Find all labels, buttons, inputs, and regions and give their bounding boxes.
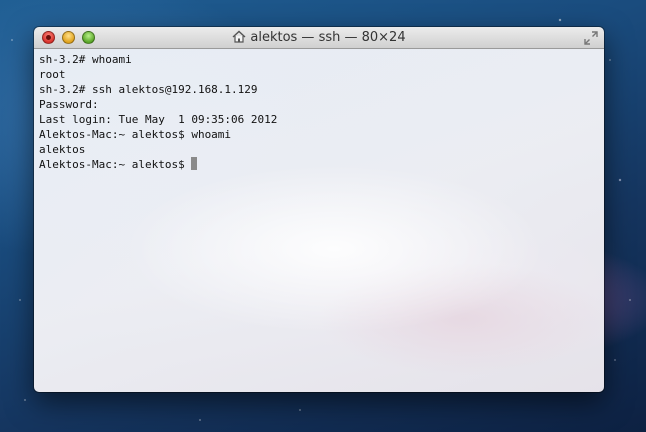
terminal-window[interactable]: alektos — ssh — 80×24 sh-3.2# whoami root…	[34, 27, 604, 392]
text-cursor	[191, 157, 198, 170]
terminal-line: sh-3.2# ssh alektos@192.168.1.129	[39, 83, 258, 96]
terminal-line: Last login: Tue May 1 09:35:06 2012	[39, 113, 278, 126]
terminal-line: sh-3.2# whoami	[39, 53, 132, 66]
terminal-prompt: Alektos-Mac:~ alektos$	[39, 158, 192, 171]
window-title-container: alektos — ssh — 80×24	[34, 27, 604, 49]
terminal-line: root	[39, 68, 66, 81]
terminal-line: Password:	[39, 98, 99, 111]
terminal-line: alektos	[39, 143, 86, 156]
terminal-output[interactable]: sh-3.2# whoami root sh-3.2# ssh alektos@19…	[39, 52, 277, 172]
fullscreen-icon[interactable]	[584, 31, 598, 45]
terminal-content[interactable]: sh-3.2# whoami root sh-3.2# ssh alektos@19…	[34, 49, 604, 392]
home-icon	[232, 30, 246, 43]
title-bar[interactable]: alektos — ssh — 80×24	[34, 27, 604, 49]
window-title: alektos — ssh — 80×24	[250, 30, 406, 45]
terminal-prompt-line[interactable]: Alektos-Mac:~ alektos$	[39, 157, 277, 172]
terminal-line: Alektos-Mac:~ alektos$ whoami	[39, 128, 232, 141]
